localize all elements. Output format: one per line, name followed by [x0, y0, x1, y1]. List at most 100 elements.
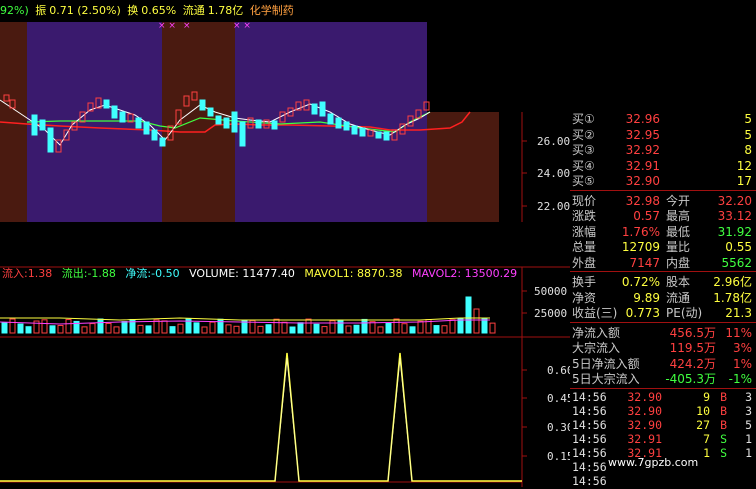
stats-label: PE(动) [666, 306, 703, 320]
volume-bar [41, 319, 48, 334]
volume-bar [473, 308, 480, 334]
net-value: -0.50 [151, 267, 180, 280]
tick-volume: 27 [696, 417, 710, 432]
candle [31, 114, 38, 136]
indicator-axis-label: 0.15 [547, 450, 570, 463]
order-book-row[interactable]: 买⑤ 32.90 17 [570, 172, 756, 190]
tick-count: 3 [745, 389, 752, 404]
stats-value: 21.3 [725, 306, 752, 320]
tick-time: 14:56 [572, 445, 607, 460]
candle [375, 131, 382, 139]
volume-bar [305, 318, 312, 334]
candle [39, 119, 46, 131]
tick-side: B [720, 417, 727, 432]
stats-value: 0.773 [625, 306, 660, 320]
order-book-price: 32.90 [625, 174, 660, 188]
quote-value: 7147 [629, 255, 660, 270]
candle [207, 107, 214, 117]
inflow-value: 1.38 [27, 267, 53, 280]
candle [143, 121, 150, 135]
tick-side: S [720, 431, 727, 446]
candle [231, 111, 238, 133]
flow-value: -405.3万 [665, 372, 716, 386]
quote-panel: 买① 32.96 5 买② 32.95 5 买③ 32.92 8 买④ 32.91 12 买⑤ 32.90… [570, 108, 756, 488]
order-book-label: 买⑤ [572, 174, 595, 188]
flow-label: 5日大宗流入 [572, 372, 640, 386]
volume-bar [1, 322, 8, 334]
candle [343, 121, 350, 131]
flow-row: 5日大宗流入 -405.3万 -1% [570, 370, 756, 388]
volume-bar [177, 323, 184, 334]
stats-row: 收益(三) 0.773 PE(动) 21.3 [570, 304, 756, 322]
volume-bar [161, 320, 168, 334]
volume-bar [369, 321, 376, 334]
tick-count: 1 [745, 431, 752, 446]
volume-bar [433, 325, 440, 334]
mavol1-text: MAVOL1: 8870.38 [304, 267, 403, 280]
tick-row: 14:56 32.90 27 B 5 [570, 418, 756, 433]
volume-bar [289, 326, 296, 334]
volume-bar [273, 318, 280, 334]
svg-text:× ×: × × [233, 21, 251, 31]
volume-bar [233, 325, 240, 334]
candle [359, 127, 366, 137]
tick-price: 32.91 [627, 431, 662, 446]
flow-pct: -1% [728, 372, 752, 386]
mavol2-text: MAVOL2: 13500.29 [411, 267, 518, 280]
volume-bar [345, 325, 352, 334]
quote-label: 内盘 [666, 255, 691, 270]
stock-info-bar: 92%) 振 0.71 (2.50%) 换 0.65% 流通 1.78亿 化学制药 [0, 0, 570, 22]
net-label: 净流: [125, 267, 152, 280]
volume-bar [385, 322, 392, 334]
volume-bar [65, 319, 72, 334]
volume-bar [481, 318, 488, 334]
svg-text:×: × [183, 21, 191, 31]
candle [351, 125, 358, 135]
candle [383, 131, 390, 141]
volume-bar [137, 324, 144, 334]
tick-row: 14:56 32.90 9 B 3 [570, 390, 756, 405]
volume-bar [449, 319, 456, 334]
price-axis-label: 22.00 [537, 200, 570, 213]
volume-bar [489, 322, 496, 334]
candle [311, 103, 318, 115]
tick-time: 14:56 [572, 417, 607, 432]
indicator-axis-label: 0.45 [547, 392, 570, 405]
tick-count: 5 [745, 417, 752, 432]
tick-volume: 10 [696, 403, 710, 418]
candle [319, 101, 326, 117]
volume-bar [105, 322, 112, 334]
volume-bar [201, 326, 208, 334]
tick-price: 32.90 [627, 403, 662, 418]
volume-axis-label: 50000 [534, 285, 567, 298]
quote-label: 外盘 [572, 255, 597, 270]
volume-bar [225, 324, 232, 334]
price-axis-label: 26.00 [537, 135, 570, 148]
tick-time: 14:56 [572, 431, 607, 446]
volume-bar [353, 324, 360, 334]
volume-bar [193, 322, 200, 334]
volume-bar [57, 324, 64, 334]
tick-time: 14:56 [572, 389, 607, 404]
quote-value: 5562 [721, 255, 752, 270]
indicator-axis-label: 0.60 [547, 364, 570, 377]
volume-bar [465, 296, 472, 334]
outflow-value: -1.88 [87, 267, 116, 280]
candle [215, 115, 222, 125]
watermark: www.7gpzb.com [608, 456, 699, 469]
price-axis-label: 24.00 [537, 167, 570, 180]
volume-bar [377, 326, 384, 334]
tick-time: 14:56 [572, 473, 607, 488]
volume-header: 流入:1.38 流出:-1.88 净流:-0.50 VOLUME: 11477.… [2, 267, 517, 281]
tick-count: 3 [745, 403, 752, 418]
sector-label[interactable]: 化学制药 [250, 4, 294, 17]
candle [335, 117, 342, 129]
volume-bar [97, 318, 104, 334]
volume-bar [297, 322, 304, 334]
tick-row: 14:56 32.91 7 S 1 [570, 432, 756, 447]
divider [570, 189, 756, 191]
volume-bar [265, 324, 272, 334]
candle [159, 137, 166, 147]
volume-bar [393, 318, 400, 334]
candle [151, 129, 158, 141]
